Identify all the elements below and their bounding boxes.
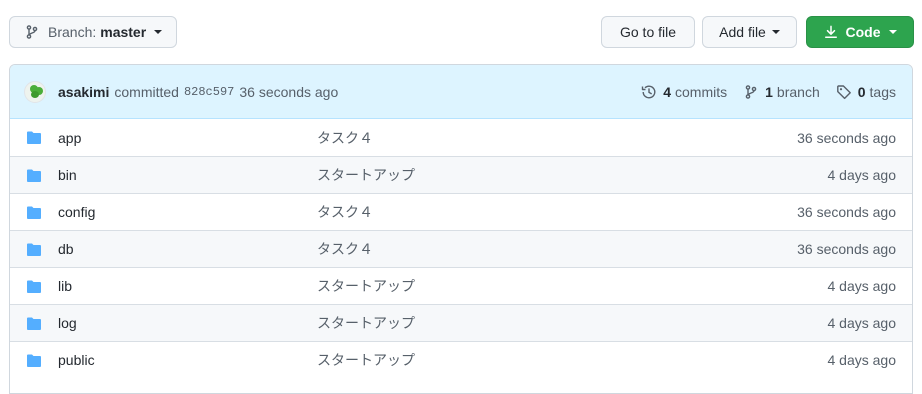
go-to-file-button[interactable]: Go to file bbox=[601, 16, 695, 48]
file-name[interactable]: bin bbox=[58, 167, 77, 183]
file-row[interactable]: log スタートアップ 4 days ago bbox=[10, 304, 912, 341]
commit-author[interactable]: asakimi bbox=[58, 84, 109, 100]
file-list: app タスク４ 36 seconds ago bin スタートアップ 4 da… bbox=[10, 119, 912, 378]
chevron-down-icon bbox=[154, 30, 163, 34]
code-label: Code bbox=[845, 24, 881, 40]
tags-link[interactable]: 0 tags bbox=[836, 84, 896, 100]
file-commit-message[interactable]: スタートアップ bbox=[317, 313, 415, 333]
file-commit-age: 36 seconds ago bbox=[797, 204, 896, 220]
branches-link[interactable]: 1 branch bbox=[743, 84, 820, 100]
file-commit-message[interactable]: タスク４ bbox=[317, 202, 373, 222]
file-name[interactable]: log bbox=[58, 315, 77, 331]
download-icon bbox=[824, 25, 837, 38]
file-commit-age: 36 seconds ago bbox=[797, 129, 896, 146]
file-commit-message[interactable]: タスク４ bbox=[317, 239, 373, 259]
commits-label: commits bbox=[675, 84, 728, 100]
commit-sha[interactable]: 828c597 bbox=[184, 85, 234, 99]
commit-action: committed bbox=[114, 83, 179, 100]
chevron-down-icon bbox=[888, 30, 897, 34]
file-name[interactable]: db bbox=[58, 241, 74, 257]
branch-label-prefix: Branch: bbox=[48, 24, 97, 40]
file-row[interactable]: config タスク４ 36 seconds ago bbox=[10, 193, 912, 230]
commits-link[interactable]: 4 commits bbox=[641, 84, 727, 100]
repo-toolbar: Branch: master Go to file Add file Code bbox=[0, 0, 922, 64]
folder-icon bbox=[27, 354, 41, 367]
branch-name: master bbox=[100, 24, 147, 40]
file-commit-age: 4 days ago bbox=[827, 315, 897, 331]
git-branch-icon bbox=[26, 25, 38, 39]
file-commit-message[interactable]: タスク４ bbox=[317, 128, 373, 148]
add-file-button[interactable]: Add file bbox=[702, 16, 797, 48]
branches-count: 1 bbox=[765, 84, 773, 100]
commits-count: 4 bbox=[663, 84, 671, 100]
file-row[interactable]: lib スタートアップ 4 days ago bbox=[10, 267, 912, 304]
avatar[interactable] bbox=[24, 80, 46, 103]
file-commit-age: 4 days ago bbox=[827, 352, 897, 368]
file-name[interactable]: config bbox=[58, 204, 95, 220]
file-row[interactable]: db タスク４ 36 seconds ago bbox=[10, 230, 912, 267]
latest-commit-bar: asakimi committed 828c597 36 seconds ago… bbox=[10, 65, 912, 119]
file-row[interactable]: app タスク４ 36 seconds ago bbox=[10, 119, 912, 156]
commit-time: 36 seconds ago bbox=[239, 83, 339, 100]
folder-icon bbox=[27, 317, 41, 330]
file-row[interactable]: public スタートアップ 4 days ago bbox=[10, 341, 912, 378]
file-commit-age: 4 days ago bbox=[827, 278, 897, 294]
folder-icon bbox=[27, 206, 41, 219]
file-browser: asakimi committed 828c597 36 seconds ago… bbox=[9, 64, 913, 394]
file-name[interactable]: app bbox=[58, 130, 81, 146]
file-commit-message[interactable]: スタートアップ bbox=[317, 165, 415, 185]
file-commit-age: 36 seconds ago bbox=[797, 241, 896, 257]
add-file-label: Add file bbox=[719, 24, 766, 40]
folder-icon bbox=[27, 243, 41, 256]
code-button[interactable]: Code bbox=[806, 16, 914, 48]
git-branch-icon bbox=[745, 85, 757, 99]
file-name[interactable]: lib bbox=[58, 278, 72, 294]
file-commit-message[interactable]: スタートアップ bbox=[317, 350, 415, 370]
file-commit-age: 4 days ago bbox=[827, 167, 897, 183]
repo-stats: 4 commits 1 branch 0 tags bbox=[625, 65, 896, 119]
branches-label: branch bbox=[776, 84, 820, 100]
folder-icon bbox=[27, 169, 41, 182]
branch-select-button[interactable]: Branch: master bbox=[9, 16, 177, 48]
file-commit-message[interactable]: スタートアップ bbox=[317, 276, 415, 296]
history-icon bbox=[642, 85, 656, 99]
file-row[interactable]: bin スタートアップ 4 days ago bbox=[10, 156, 912, 193]
chevron-down-icon bbox=[771, 30, 780, 34]
folder-icon bbox=[27, 280, 41, 293]
folder-icon bbox=[27, 131, 41, 144]
tags-count: 0 bbox=[857, 84, 866, 100]
tags-label: tags bbox=[869, 84, 896, 100]
file-name[interactable]: public bbox=[58, 352, 95, 368]
tag-icon bbox=[836, 85, 851, 100]
